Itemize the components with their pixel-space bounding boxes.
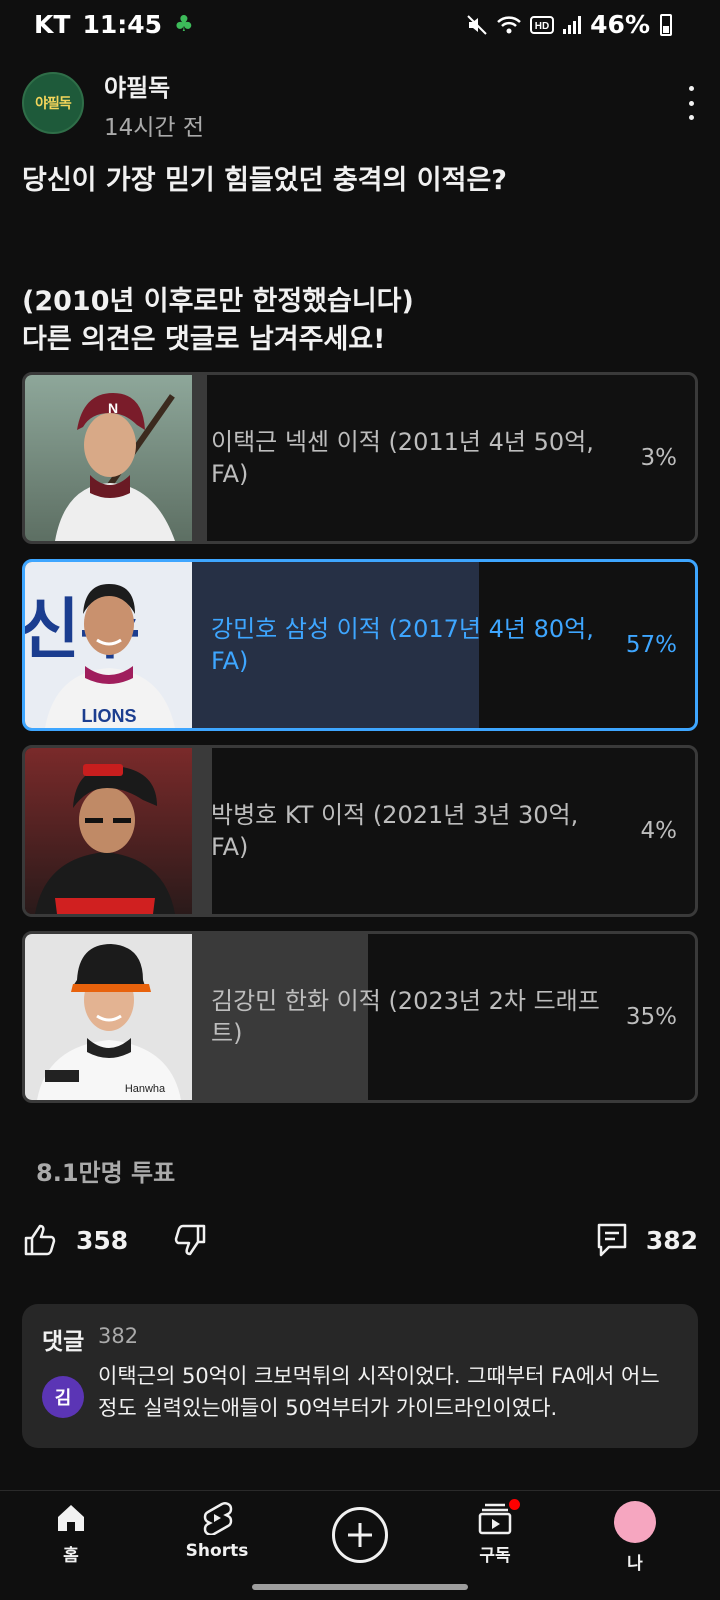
more-options-icon[interactable] bbox=[684, 86, 698, 120]
channel-avatar-text: 야필독 bbox=[35, 96, 72, 112]
mute-icon bbox=[467, 14, 487, 35]
thumbs-down-icon bbox=[174, 1224, 206, 1256]
nav-home[interactable]: 홈 bbox=[16, 1501, 126, 1566]
post-header: 야필독 야필독 14시간 전 bbox=[22, 68, 698, 148]
nav-you[interactable]: 나 bbox=[580, 1501, 690, 1574]
top-comment-text: 이택근의 50억이 크보먹튀의 시작이었다. 그때부터 FA에서 어느정도 실력… bbox=[98, 1364, 660, 1420]
status-bar: KT 11:45 ♣ HD 46% bbox=[0, 0, 720, 52]
comments-title: 댓글 bbox=[42, 1329, 85, 1355]
signal-icon bbox=[563, 15, 582, 34]
player-photo: N bbox=[25, 375, 192, 541]
shorts-icon bbox=[203, 1502, 233, 1535]
comments-preview-count: 382 bbox=[98, 1324, 139, 1348]
comments-button[interactable]: 382 bbox=[596, 1222, 698, 1258]
bottom-navigation: 홈 Shorts 구독 나 bbox=[0, 1490, 720, 1600]
player-photo: 신수 LIONS bbox=[25, 562, 192, 728]
like-count: 358 bbox=[76, 1225, 129, 1255]
home-icon bbox=[58, 1505, 84, 1531]
channel-avatar[interactable]: 야필독 bbox=[22, 72, 84, 134]
dislike-button[interactable] bbox=[172, 1222, 208, 1262]
nav-shorts[interactable]: Shorts bbox=[162, 1501, 272, 1561]
wifi-icon bbox=[497, 15, 522, 33]
poll-option[interactable]: Hanwha 김강민 한화 이적 (2023년 2차 드래프트) 35% bbox=[22, 931, 698, 1103]
poll-option[interactable]: 박병호 KT 이적 (2021년 3년 30억, FA) 4% bbox=[22, 745, 698, 917]
carrier: KT bbox=[34, 10, 71, 39]
commenter-avatar: 김 bbox=[42, 1376, 84, 1418]
post-note-line-2: 다른 의견은 댓글로 남겨주세요! bbox=[22, 324, 386, 355]
hd-icon: HD bbox=[530, 15, 555, 34]
post-title: 당신이 가장 믿기 힘들었던 충격의 이적은? bbox=[22, 165, 507, 196]
poll-result-bar bbox=[192, 748, 212, 914]
vote-count: 8.1만명 투표 bbox=[36, 1159, 176, 1187]
status-left: KT 11:45 ♣ bbox=[34, 10, 194, 39]
like-button[interactable]: 358 bbox=[22, 1222, 128, 1258]
post-note: (2010년 이후로만 한정했습니다) 다른 의견은 댓글로 남겨주세요! bbox=[22, 283, 698, 359]
post-time: 14시간 전 bbox=[104, 115, 205, 141]
poll-result-bar bbox=[192, 375, 207, 541]
plus-icon bbox=[348, 1523, 372, 1547]
nav-subscriptions-label: 구독 bbox=[479, 1546, 511, 1566]
channel-name[interactable]: 야필독 bbox=[104, 68, 170, 103]
nav-you-label: 나 bbox=[627, 1554, 643, 1574]
profile-avatar bbox=[614, 1501, 656, 1543]
nav-home-label: 홈 bbox=[63, 1546, 79, 1566]
subscriptions-icon bbox=[478, 1503, 512, 1535]
poll-option[interactable]: 신수 LIONS 강민호 삼성 이적 (2017년 4년 80억, FA) 57… bbox=[22, 559, 698, 731]
poll-option-percent: 35% bbox=[625, 1004, 677, 1030]
poll-option-text: 김강민 한화 이적 (2023년 2차 드래프트) bbox=[211, 987, 600, 1047]
create-button[interactable] bbox=[332, 1507, 388, 1563]
svg-text:N: N bbox=[108, 400, 118, 416]
poll-option-percent: 3% bbox=[640, 445, 678, 471]
poll-option-text: 이택근 넥센 이적 (2011년 4년 50억, FA) bbox=[211, 428, 594, 488]
player-photo bbox=[25, 748, 192, 914]
post-actions: 358 382 bbox=[22, 1222, 698, 1262]
nav-subscriptions[interactable]: 구독 bbox=[440, 1499, 550, 1566]
player-photo: Hanwha bbox=[25, 934, 192, 1100]
clock: 11:45 bbox=[82, 10, 163, 39]
poll-option[interactable]: N 이택근 넥센 이적 (2011년 4년 50억, FA) 3% bbox=[22, 372, 698, 544]
status-right: HD 46% bbox=[466, 10, 672, 39]
poll-option-percent: 4% bbox=[640, 818, 678, 844]
svg-text:Hanwha: Hanwha bbox=[125, 1083, 166, 1095]
svg-text:HD: HD bbox=[535, 21, 549, 32]
battery-icon bbox=[660, 13, 672, 36]
comment-count: 382 bbox=[645, 1225, 698, 1255]
home-indicator bbox=[252, 1584, 468, 1590]
nav-shorts-label: Shorts bbox=[185, 1541, 249, 1561]
thumbs-up-icon bbox=[24, 1224, 56, 1256]
comments-preview-card[interactable]: 댓글 382 김 이택근의 50억이 크보먹튀의 시작이었다. 그때부터 FA에… bbox=[22, 1304, 698, 1448]
post-note-line-1: (2010년 이후로만 한정했습니다) bbox=[22, 286, 414, 317]
clover-icon: ♣ bbox=[174, 12, 194, 37]
notification-dot bbox=[509, 1499, 520, 1510]
poll-option-text: 박병호 KT 이적 (2021년 3년 30억, FA) bbox=[211, 801, 579, 861]
poll-option-text: 강민호 삼성 이적 (2017년 4년 80억, FA) bbox=[211, 615, 594, 675]
poll-option-percent: 57% bbox=[625, 632, 677, 658]
battery-percent: 46% bbox=[590, 10, 650, 39]
comment-icon bbox=[597, 1223, 627, 1257]
svg-text:LIONS: LIONS bbox=[81, 706, 136, 726]
